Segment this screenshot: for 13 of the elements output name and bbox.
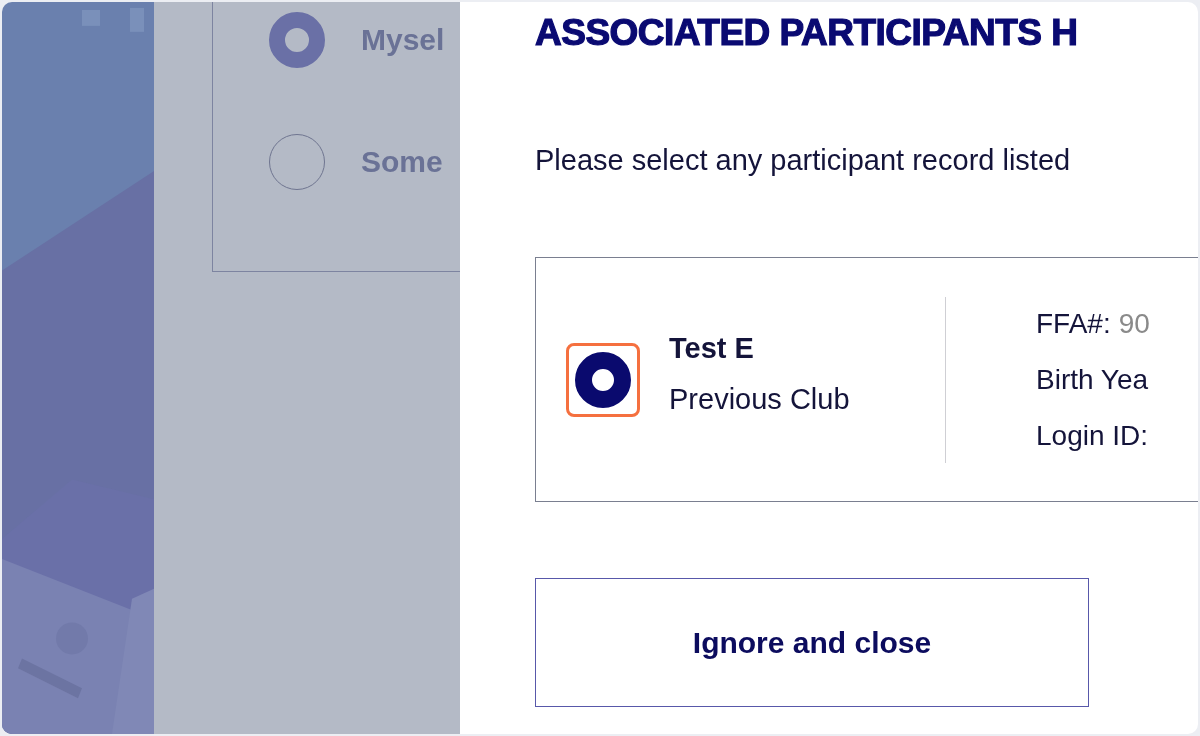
ignore-close-button[interactable]: Ignore and close bbox=[535, 578, 1089, 707]
dialog-title: ASSOCIATED PARTICIPANTS H bbox=[535, 12, 1079, 54]
field-label: FFA#: bbox=[1036, 306, 1111, 341]
radio-button[interactable] bbox=[575, 351, 631, 408]
radio-button[interactable] bbox=[269, 12, 325, 68]
field-value: 90 bbox=[1118, 306, 1150, 341]
participant-name: Test E bbox=[669, 331, 755, 365]
instruction-text: Please select any participant record listed bbox=[535, 144, 1072, 177]
club-label: Previous Club bbox=[669, 382, 851, 416]
field-label: Login ID: bbox=[1036, 418, 1149, 453]
option-label: Some bbox=[361, 145, 443, 179]
field-label: Birth Yea bbox=[1036, 362, 1149, 397]
option-label: Mysel bbox=[361, 23, 445, 57]
